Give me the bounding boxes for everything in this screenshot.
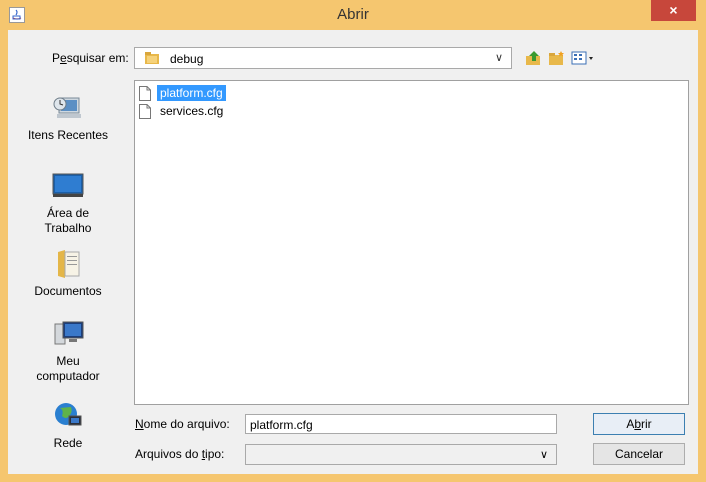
sidebar-item-desktop[interactable]: Área de Trabalho xyxy=(8,170,128,236)
cancel-button[interactable]: Cancelar xyxy=(593,443,685,465)
close-button[interactable]: × xyxy=(651,0,696,21)
open-dialog: Abrir × Pesquisar em: debug ∨ Itens Rece… xyxy=(0,0,706,482)
sidebar-label: Meu xyxy=(56,354,80,368)
sidebar-label: Documentos xyxy=(34,284,102,298)
sidebar-label: computador xyxy=(36,369,100,383)
chevron-down-icon: ∨ xyxy=(494,52,503,64)
sidebar-label: Rede xyxy=(53,436,83,450)
look-in-combo[interactable]: debug ∨ xyxy=(134,47,512,69)
sidebar-label: Área de xyxy=(46,206,90,220)
file-name: platform.cfg xyxy=(156,84,227,102)
sidebar-label: Trabalho xyxy=(44,221,92,235)
view-menu-icon[interactable] xyxy=(571,50,597,66)
title-bar: Abrir × xyxy=(0,0,706,30)
file-name-label: Nome do arquivo: xyxy=(135,417,230,431)
sidebar-label: Itens Recentes xyxy=(27,128,109,142)
look-in-label: Pesquisar em: xyxy=(52,51,129,65)
file-name-field[interactable]: platform.cfg xyxy=(245,414,557,434)
file-name: services.cfg xyxy=(160,104,224,118)
sidebar-item-documents[interactable]: Documentos xyxy=(8,248,128,299)
desktop-icon xyxy=(52,173,84,197)
documents-icon xyxy=(58,250,80,278)
up-one-level-icon[interactable] xyxy=(525,50,543,66)
sidebar-item-recent[interactable]: Itens Recentes xyxy=(8,92,128,143)
folder-icon xyxy=(145,52,159,64)
new-folder-icon[interactable] xyxy=(548,50,566,66)
file-list[interactable]: platform.cfg services.cfg xyxy=(134,80,689,405)
chevron-down-icon: ∨ xyxy=(539,449,548,461)
list-item[interactable]: services.cfg xyxy=(139,102,226,120)
network-icon xyxy=(55,403,82,426)
file-icon xyxy=(139,85,151,101)
file-icon xyxy=(139,103,151,119)
window-title: Abrir xyxy=(337,6,369,23)
file-type-label: Arquivos do tipo: xyxy=(135,447,225,461)
sidebar-item-network[interactable]: Rede xyxy=(8,400,128,451)
file-type-combo[interactable]: ∨ xyxy=(245,444,557,465)
dialog-body: Pesquisar em: debug ∨ Itens Recentes Áre… xyxy=(8,30,698,474)
look-in-value: debug xyxy=(170,52,204,66)
computer-icon xyxy=(54,321,84,345)
recent-items-icon xyxy=(53,97,81,118)
list-item[interactable]: platform.cfg xyxy=(139,84,227,102)
sidebar-item-computer[interactable]: Meu computador xyxy=(8,318,128,384)
open-button[interactable]: Abrir xyxy=(593,413,685,435)
